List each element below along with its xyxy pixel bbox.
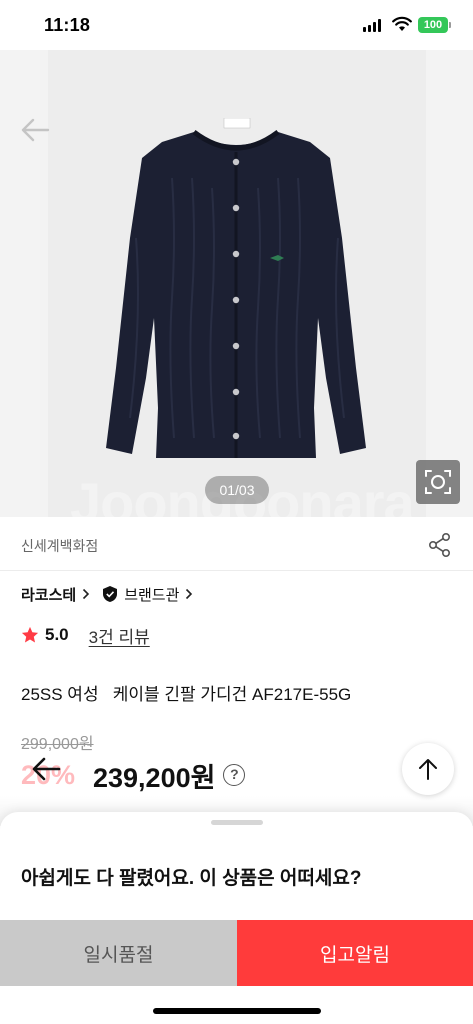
status-time: 11:18 — [44, 15, 91, 35]
camera-frame-icon — [425, 470, 451, 494]
soldout-button[interactable]: 일시품절 — [0, 920, 237, 986]
battery-cap — [449, 22, 451, 28]
rating-value: 5.0 — [45, 625, 69, 644]
arrow-up-icon — [419, 759, 437, 780]
star-icon — [21, 626, 39, 643]
shield-check-icon — [103, 586, 118, 602]
restock-notify-button[interactable]: 입고알림 — [237, 920, 473, 986]
rating-row: 5.0 3건 리뷰 — [21, 623, 150, 648]
review-count-link[interactable]: 3건 리뷰 — [89, 623, 150, 648]
status-bar: 11:18 100 — [0, 0, 473, 50]
price-info-icon[interactable]: ? — [223, 764, 246, 786]
brand-row: 라코스테 브랜드관 — [21, 584, 205, 604]
seller-row: 신세계백화점 — [0, 517, 473, 571]
sale-price: 239,200원 — [93, 762, 216, 793]
back-arrow-icon[interactable] — [27, 752, 67, 786]
sheet-title: 아쉽게도 다 팔렸어요. 이 상품은 어떠세요? — [21, 868, 362, 889]
brand-link[interactable]: 라코스테 — [21, 584, 76, 605]
product-image-gallery[interactable]: Joongoonara — [0, 50, 473, 517]
battery-indicator: 100 — [418, 17, 448, 33]
original-price: 299,000원 — [21, 736, 94, 753]
brand-hall-link[interactable]: 브랜드관 — [124, 584, 179, 605]
scroll-to-top-button[interactable] — [402, 743, 454, 795]
soldout-bottom-sheet: 아쉽게도 다 팔렸어요. 이 상품은 어떠세요? 일시품절 입고알림 — [0, 812, 473, 1024]
image-page-indicator: 01/03 — [205, 476, 269, 504]
chevron-right-icon — [186, 588, 193, 600]
share-icon[interactable] — [427, 532, 453, 558]
chevron-right-icon — [83, 588, 90, 600]
cardigan-image — [106, 118, 366, 458]
sheet-drag-handle[interactable] — [211, 820, 263, 825]
signal-icon — [363, 19, 381, 32]
back-arrow-icon[interactable] — [18, 116, 52, 144]
home-indicator — [153, 1008, 321, 1014]
wifi-icon — [392, 16, 412, 31]
product-title: 25SS 여성 케이블 긴팔 가디건 AF217E-55G — [21, 685, 352, 704]
seller-name: 신세계백화점 — [21, 538, 99, 554]
image-zoom-button[interactable] — [416, 460, 460, 504]
